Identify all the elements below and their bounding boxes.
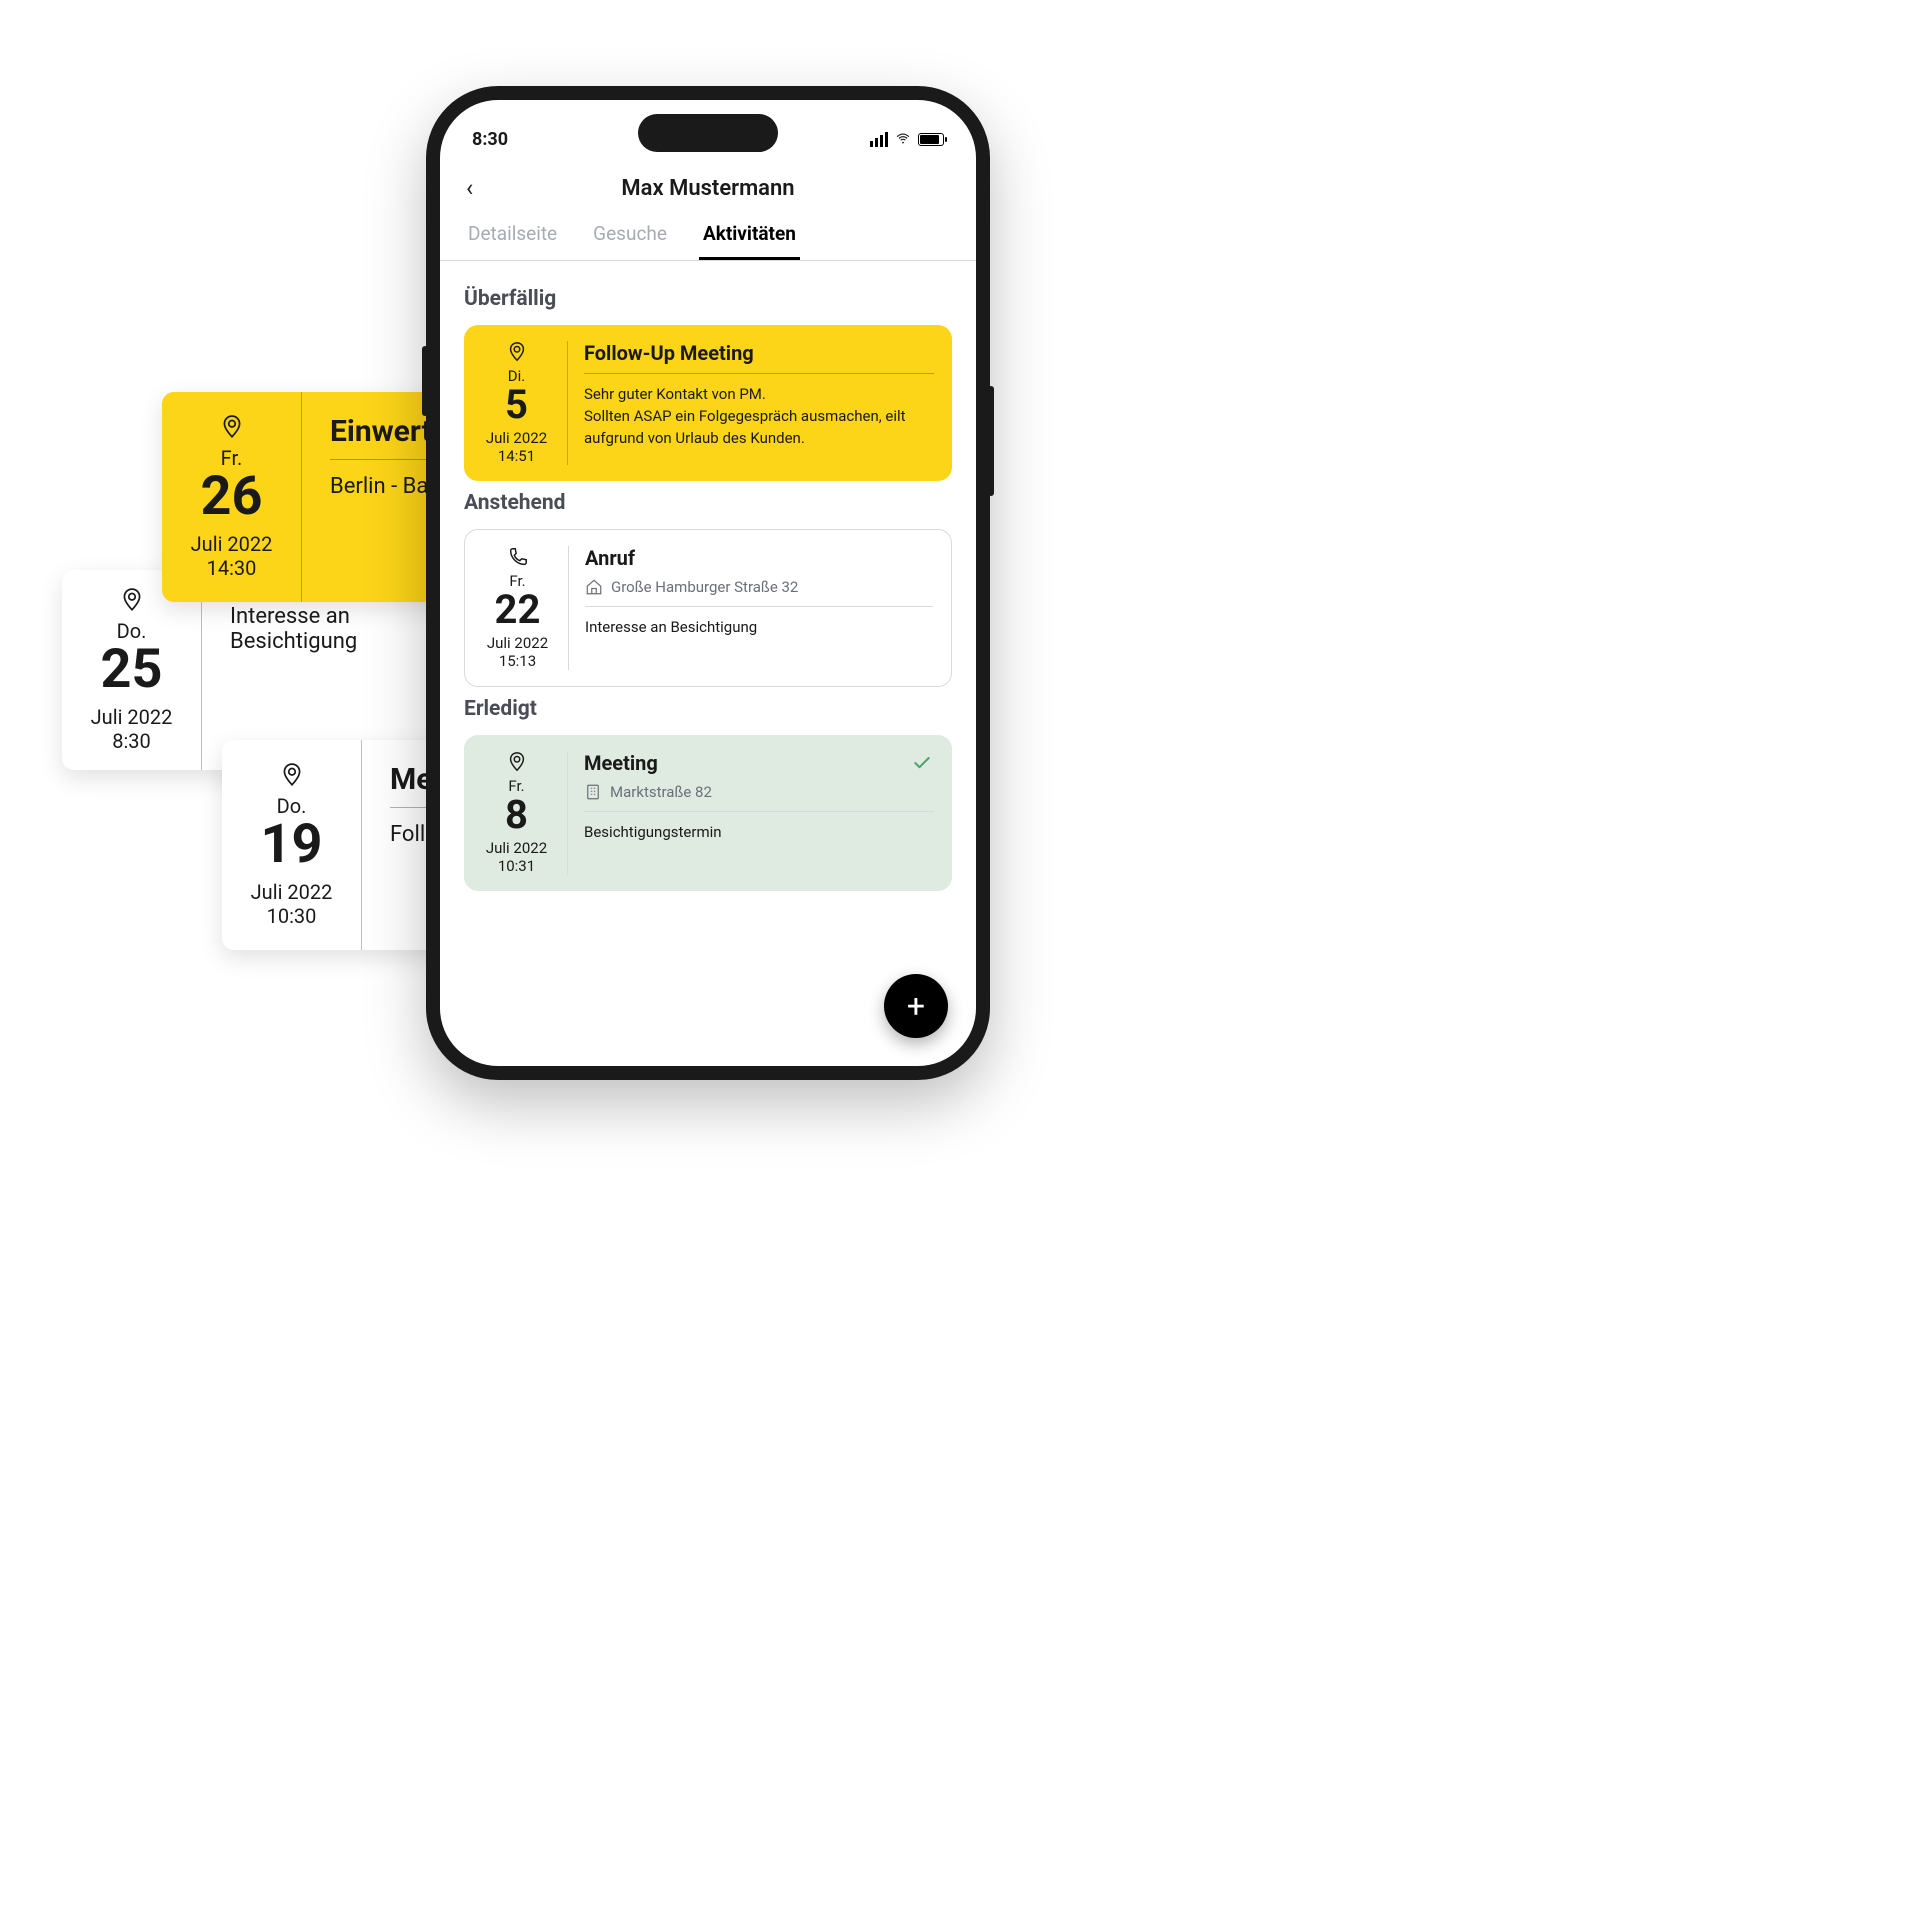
section-overdue-title: Überfällig: [464, 287, 952, 311]
pin-icon: [506, 341, 528, 363]
status-time: 8:30: [472, 129, 508, 150]
building-icon: [584, 783, 602, 801]
house-icon: [585, 578, 603, 596]
section-upcoming-title: Anstehend: [464, 491, 952, 515]
card-body: Sehr guter Kontakt von PM. Sollten ASAP …: [584, 384, 934, 449]
card-day: 5: [505, 385, 528, 425]
notch: [638, 114, 778, 152]
bg-day: 26: [201, 470, 263, 524]
card-body: Interesse an Besichtigung: [585, 617, 933, 639]
phone-icon: [507, 546, 529, 568]
bg-time: 14:30: [207, 556, 257, 580]
card-body: Besichtigungstermin: [584, 822, 934, 844]
bg-day: 25: [101, 643, 163, 697]
check-icon: [912, 753, 932, 773]
wifi-icon: [894, 132, 912, 146]
pin-icon: [119, 587, 145, 613]
bg-body: Interesse an Besichtigung: [230, 604, 434, 654]
tab-aktivitaeten[interactable]: Aktivitäten: [699, 212, 800, 260]
pin-icon: [279, 762, 305, 788]
tab-gesuche[interactable]: Gesuche: [589, 212, 671, 260]
page-title: Max Mustermann: [621, 176, 794, 201]
card-day: 8: [505, 795, 528, 835]
section-done-title: Erledigt: [464, 697, 952, 721]
pin-icon: [219, 414, 245, 440]
bg-time: 8:30: [112, 729, 151, 753]
phone-frame: 8:30 ‹ Max Mustermann Detailseite Gesuch…: [426, 86, 990, 1080]
card-title: Meeting: [584, 751, 934, 775]
bg-day: 19: [261, 818, 323, 872]
back-button[interactable]: ‹: [466, 174, 473, 202]
card-month: Juli 2022: [487, 634, 548, 652]
battery-icon: [918, 133, 944, 146]
activity-card-overdue[interactable]: Di. 5 Juli 2022 14:51 Follow-Up Meeting …: [464, 325, 952, 481]
card-time: 10:31: [498, 857, 535, 875]
bg-month: Juli 2022: [251, 880, 333, 904]
card-month: Juli 2022: [486, 429, 547, 447]
card-day: 22: [495, 590, 541, 630]
signal-icon: [870, 132, 888, 147]
bg-month: Juli 2022: [191, 532, 273, 556]
card-time: 14:51: [498, 447, 535, 465]
card-address: Große Hamburger Straße 32: [611, 578, 798, 596]
activity-card-done[interactable]: Fr. 8 Juli 2022 10:31 Meeting Marktstraß…: [464, 735, 952, 891]
card-title: Anruf: [585, 546, 933, 570]
card-time: 15:13: [499, 652, 536, 670]
activity-card-upcoming[interactable]: Fr. 22 Juli 2022 15:13 Anruf Große Hambu…: [464, 529, 952, 687]
phone-screen: 8:30 ‹ Max Mustermann Detailseite Gesuch…: [440, 100, 976, 1066]
bg-month: Juli 2022: [91, 705, 173, 729]
card-month: Juli 2022: [486, 839, 547, 857]
card-title: Follow-Up Meeting: [584, 341, 934, 365]
pin-icon: [506, 751, 528, 773]
bg-time: 10:30: [267, 904, 317, 928]
plus-icon: +: [907, 987, 925, 1025]
tabs: Detailseite Gesuche Aktivitäten: [440, 212, 976, 261]
content: Überfällig Di. 5 Juli 2022 14:51 Follow-…: [440, 261, 976, 1066]
header: ‹ Max Mustermann: [440, 164, 976, 212]
card-address: Marktstraße 82: [610, 783, 712, 801]
add-button[interactable]: +: [884, 974, 948, 1038]
tab-detailseite[interactable]: Detailseite: [464, 212, 561, 260]
